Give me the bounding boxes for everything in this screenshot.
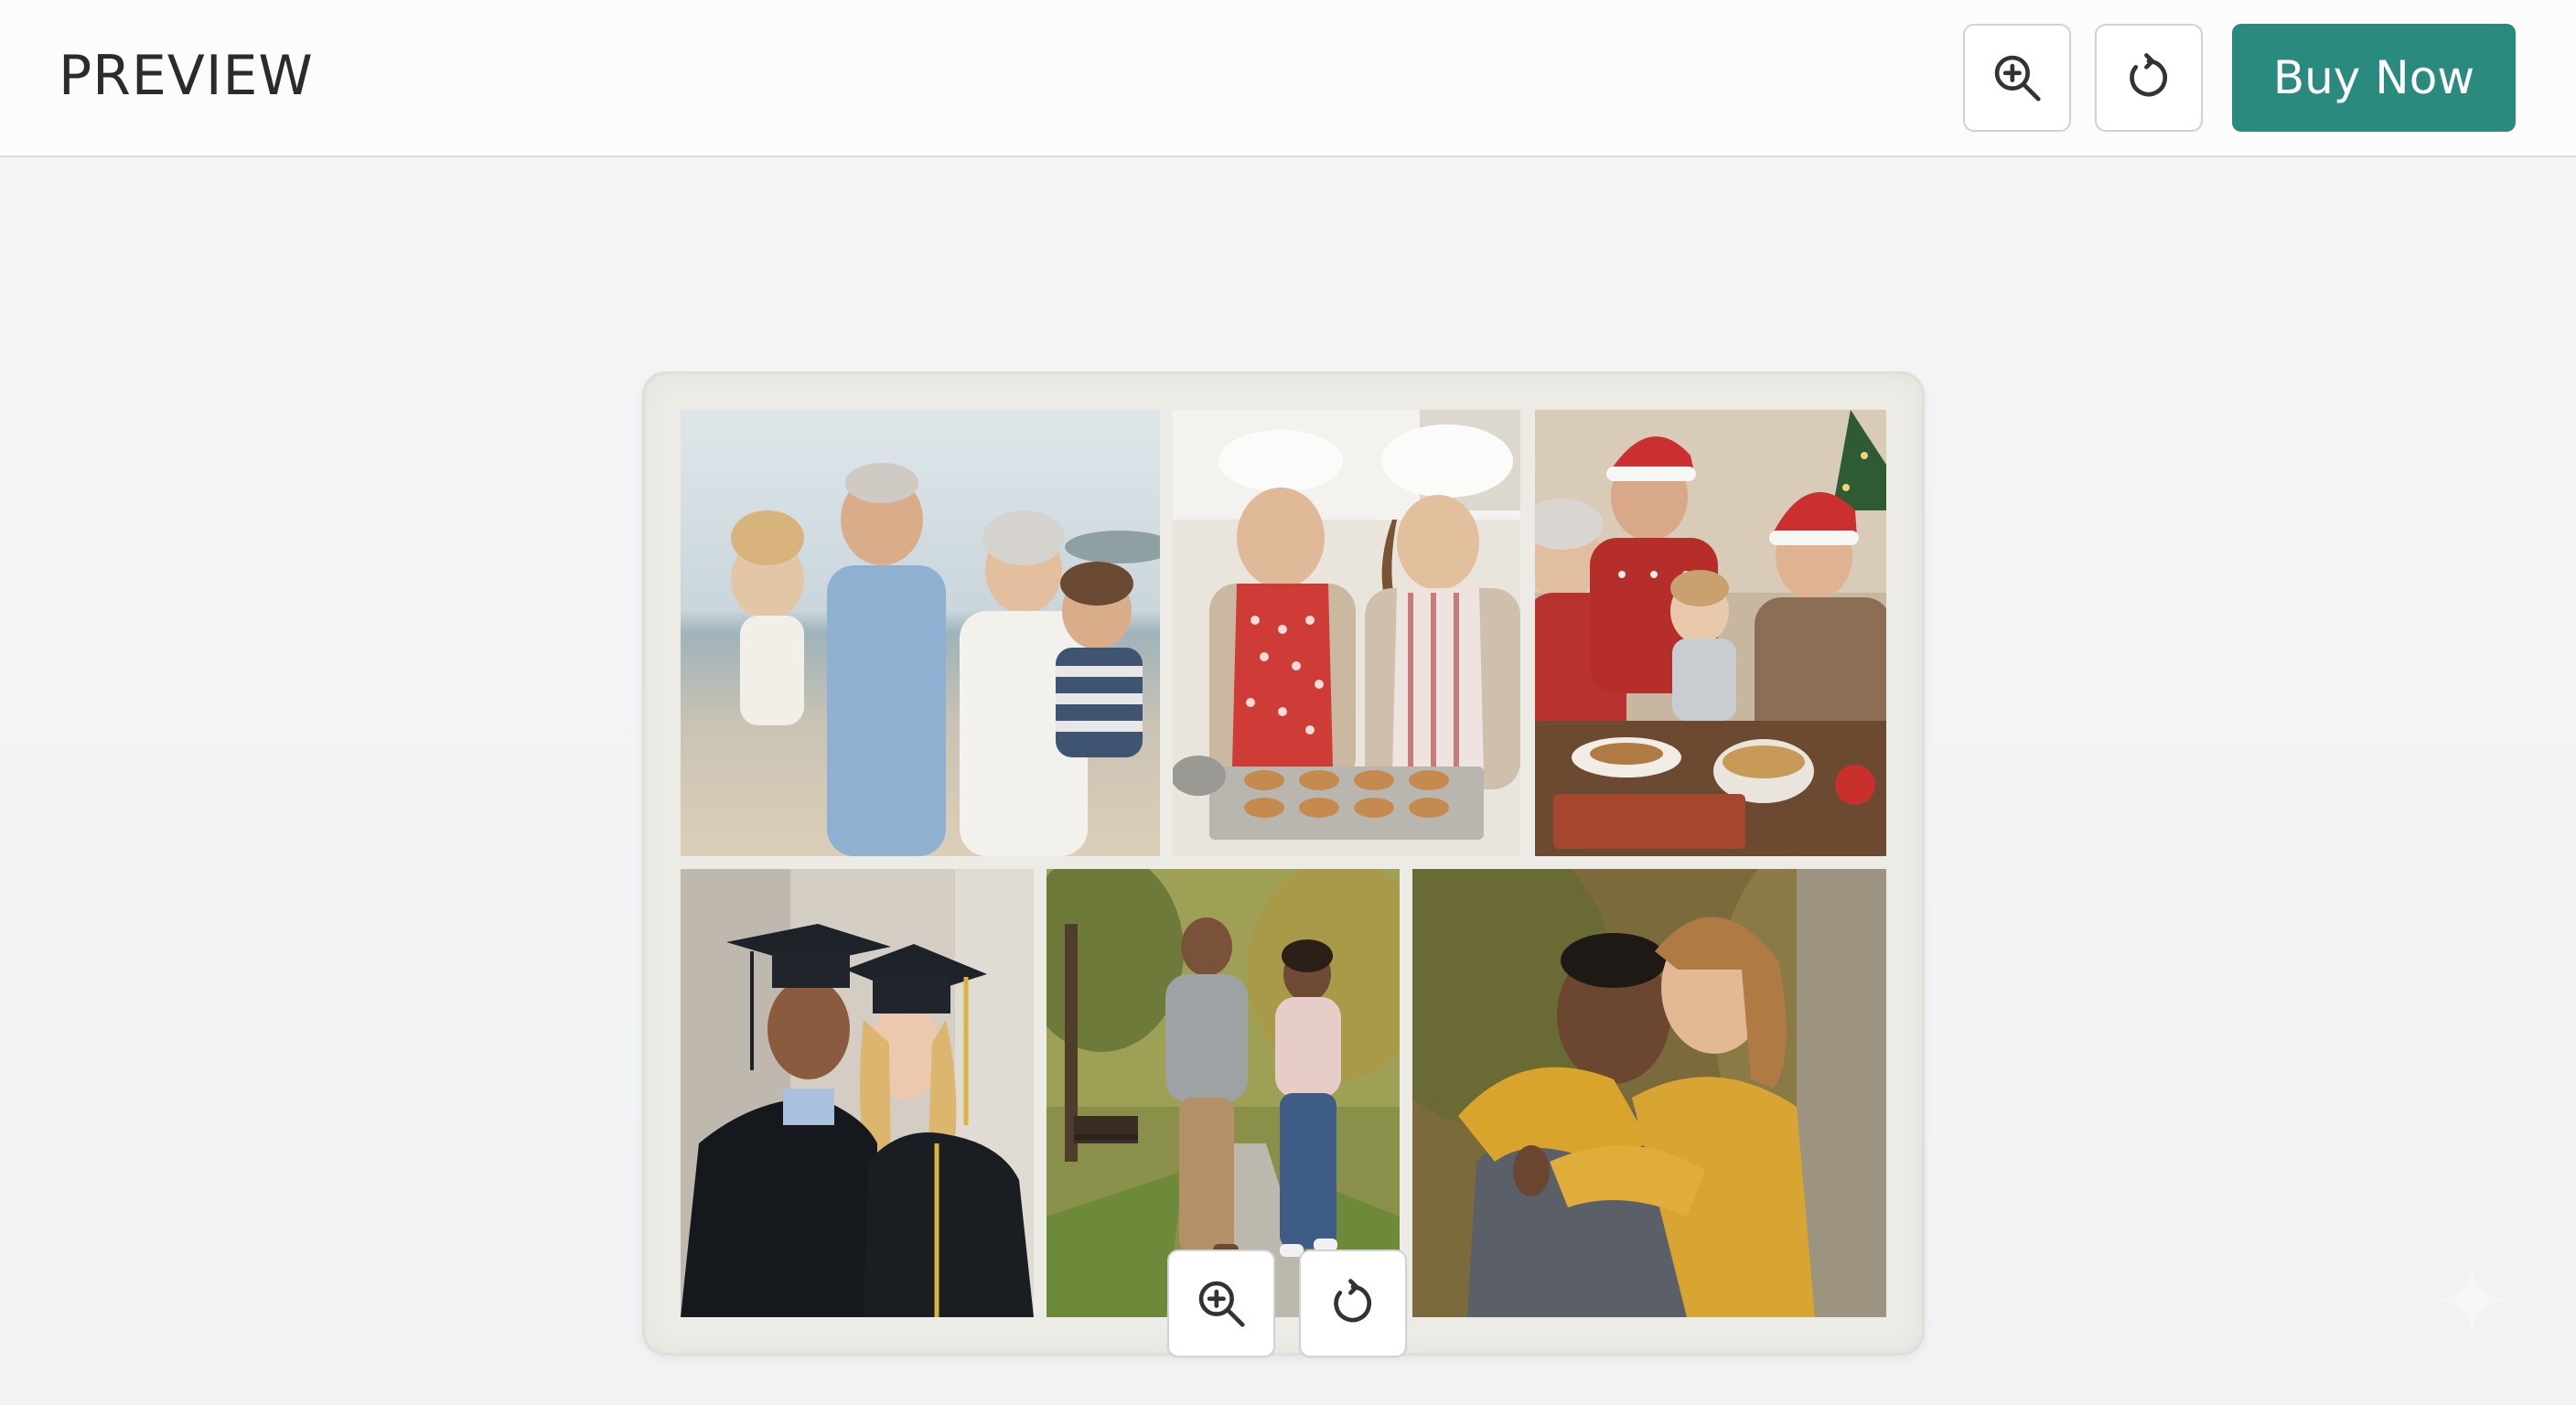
collage-photo-beach[interactable] — [681, 410, 1160, 856]
rotate-icon — [1334, 1279, 1372, 1323]
top-bar: PREVIEW Buy Now — [0, 0, 2576, 157]
blanket-preview — [642, 371, 1925, 1356]
graduation-image — [681, 869, 1034, 1317]
bottom-rotate-button[interactable] — [1299, 1249, 1407, 1357]
collage-photo-embrace[interactable] — [1412, 869, 1886, 1317]
zoom-in-button[interactable] — [1963, 24, 2071, 132]
collage-photo-baking[interactable] — [1173, 410, 1520, 856]
christmas-dinner-image — [1535, 410, 1886, 856]
beach-family-image — [681, 410, 1160, 856]
rotate-button[interactable] — [2095, 24, 2203, 132]
collage-photo-christmas[interactable] — [1535, 410, 1886, 856]
preview-canvas — [0, 159, 2576, 1405]
sparkle-icon — [2437, 1266, 2506, 1335]
zoom-in-icon — [1198, 1281, 1245, 1327]
baking-image — [1173, 410, 1520, 856]
page-title: PREVIEW — [59, 44, 314, 108]
embrace-image — [1412, 869, 1886, 1317]
collage-photo-graduation[interactable] — [681, 869, 1034, 1317]
buy-now-button[interactable]: Buy Now — [2232, 24, 2516, 132]
rotate-icon — [2130, 53, 2168, 97]
zoom-in-icon — [1994, 55, 2041, 102]
bottom-zoom-in-button[interactable] — [1167, 1249, 1275, 1357]
